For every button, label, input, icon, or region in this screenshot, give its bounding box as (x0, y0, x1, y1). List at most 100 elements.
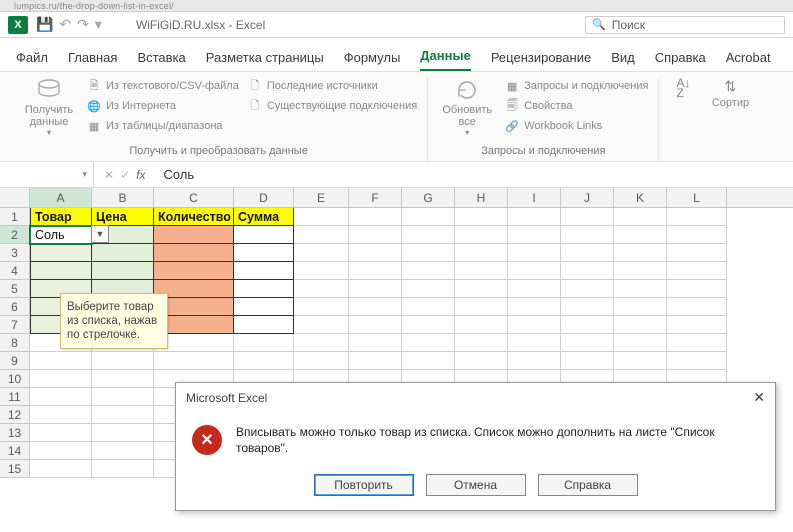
sort-az-button[interactable]: A↓Z (669, 78, 697, 100)
cell-H3[interactable] (455, 244, 508, 262)
row-header-2[interactable]: 2 (0, 226, 30, 244)
col-header-K[interactable]: K (614, 188, 667, 207)
cell-J2[interactable] (561, 226, 614, 244)
row-header-15[interactable]: 15 (0, 460, 30, 478)
col-header-A[interactable]: A (30, 188, 92, 207)
cell-H9[interactable] (455, 352, 508, 370)
cell-D3[interactable] (234, 244, 294, 262)
cell-E9[interactable] (294, 352, 349, 370)
cell-I2[interactable] (508, 226, 561, 244)
cell-K8[interactable] (614, 334, 667, 352)
tab-data[interactable]: Данные (420, 48, 471, 71)
cell-A1[interactable]: Товар (30, 208, 92, 226)
cell-G4[interactable] (402, 262, 455, 280)
cell-K6[interactable] (614, 298, 667, 316)
cell-J4[interactable] (561, 262, 614, 280)
row-header-1[interactable]: 1 (0, 208, 30, 226)
existing-connections-button[interactable]: 🗋Существующие подключения (247, 98, 417, 114)
save-icon[interactable]: 💾 (36, 16, 53, 33)
cell-I8[interactable] (508, 334, 561, 352)
cell-A12[interactable] (30, 406, 92, 424)
col-header-J[interactable]: J (561, 188, 614, 207)
from-web-button[interactable]: 🌐Из Интернета (86, 98, 239, 114)
cell-F3[interactable] (349, 244, 402, 262)
cell-B14[interactable] (92, 442, 154, 460)
row-header-13[interactable]: 13 (0, 424, 30, 442)
cell-H4[interactable] (455, 262, 508, 280)
queries-connections-button[interactable]: ▦Запросы и подключения (504, 78, 648, 94)
cell-H2[interactable] (455, 226, 508, 244)
cell-L9[interactable] (667, 352, 727, 370)
workbook-links-button[interactable]: 🔗Workbook Links (504, 118, 648, 134)
from-text-csv-button[interactable]: 🗎Из текстового/CSV-файла (86, 78, 239, 94)
row-header-5[interactable]: 5 (0, 280, 30, 298)
tab-insert[interactable]: Вставка (137, 50, 185, 71)
close-icon[interactable]: ✕ (753, 389, 765, 406)
cell-L1[interactable] (667, 208, 727, 226)
cell-I1[interactable] (508, 208, 561, 226)
row-header-9[interactable]: 9 (0, 352, 30, 370)
cell-B9[interactable] (92, 352, 154, 370)
cell-A4[interactable] (30, 262, 92, 280)
cell-E2[interactable] (294, 226, 349, 244)
cell-C1[interactable]: Количество (154, 208, 234, 226)
tab-review[interactable]: Рецензирование (491, 50, 591, 71)
cell-G1[interactable] (402, 208, 455, 226)
tab-view[interactable]: Вид (611, 50, 635, 71)
cell-K3[interactable] (614, 244, 667, 262)
cell-F8[interactable] (349, 334, 402, 352)
tab-help[interactable]: Справка (655, 50, 706, 71)
cell-B12[interactable] (92, 406, 154, 424)
recent-sources-button[interactable]: 🗋Последние источники (247, 78, 417, 94)
cell-A13[interactable] (30, 424, 92, 442)
cell-E1[interactable] (294, 208, 349, 226)
properties-button[interactable]: 🗐Свойства (504, 98, 648, 114)
cell-B4[interactable] (92, 262, 154, 280)
cell-F5[interactable] (349, 280, 402, 298)
cell-E7[interactable] (294, 316, 349, 334)
tab-home[interactable]: Главная (68, 50, 117, 71)
cell-I7[interactable] (508, 316, 561, 334)
cell-J9[interactable] (561, 352, 614, 370)
tab-file[interactable]: Файл (16, 50, 48, 71)
cell-F2[interactable] (349, 226, 402, 244)
sort-button[interactable]: ⇅Сортир (705, 78, 755, 109)
qat-dropdown-icon[interactable]: ▾ (95, 16, 102, 33)
fx-icon[interactable]: fx (136, 168, 145, 182)
cell-E8[interactable] (294, 334, 349, 352)
cell-L6[interactable] (667, 298, 727, 316)
cell-G7[interactable] (402, 316, 455, 334)
help-button[interactable]: Справка (538, 474, 638, 496)
cell-K7[interactable] (614, 316, 667, 334)
cell-L7[interactable] (667, 316, 727, 334)
cell-G6[interactable] (402, 298, 455, 316)
cell-H7[interactable] (455, 316, 508, 334)
cell-A15[interactable] (30, 460, 92, 478)
cell-H5[interactable] (455, 280, 508, 298)
tab-formulas[interactable]: Формулы (344, 50, 401, 71)
row-header-8[interactable]: 8 (0, 334, 30, 352)
cell-A11[interactable] (30, 388, 92, 406)
cell-B13[interactable] (92, 424, 154, 442)
cell-G5[interactable] (402, 280, 455, 298)
col-header-F[interactable]: F (349, 188, 402, 207)
cell-H1[interactable] (455, 208, 508, 226)
cell-K1[interactable] (614, 208, 667, 226)
row-header-7[interactable]: 7 (0, 316, 30, 334)
cell-D1[interactable]: Сумма (234, 208, 294, 226)
cancel-formula-icon[interactable]: ✕ (104, 168, 114, 182)
cell-D7[interactable] (234, 316, 294, 334)
cell-A10[interactable] (30, 370, 92, 388)
refresh-all-button[interactable]: Обновить все ▾ (438, 78, 496, 137)
cancel-button[interactable]: Отмена (426, 474, 526, 496)
cell-A14[interactable] (30, 442, 92, 460)
cell-J1[interactable] (561, 208, 614, 226)
col-header-I[interactable]: I (508, 188, 561, 207)
search-box[interactable]: 🔍 Поиск (585, 16, 785, 34)
row-header-12[interactable]: 12 (0, 406, 30, 424)
row-header-4[interactable]: 4 (0, 262, 30, 280)
cell-F1[interactable] (349, 208, 402, 226)
cell-I4[interactable] (508, 262, 561, 280)
row-header-10[interactable]: 10 (0, 370, 30, 388)
cell-B1[interactable]: Цена (92, 208, 154, 226)
